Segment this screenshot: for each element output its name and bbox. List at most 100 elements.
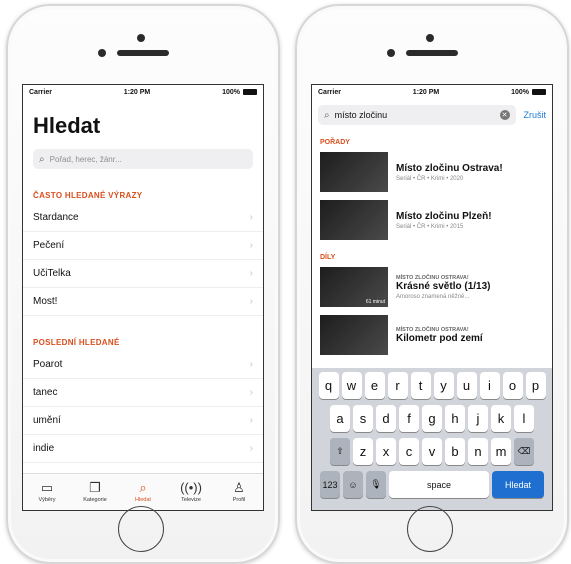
- key[interactable]: x: [376, 438, 396, 465]
- tab-televize[interactable]: ((•)) Televize: [167, 474, 215, 510]
- tab-kategorie[interactable]: ❐ Kategorie: [71, 474, 119, 510]
- key[interactable]: w: [341, 372, 362, 399]
- battery-icon: [243, 89, 257, 95]
- list-item-label: UčiTelka: [33, 268, 71, 279]
- cancel-button[interactable]: Zrušit: [524, 110, 547, 120]
- key[interactable]: n: [468, 438, 488, 465]
- person-icon: ♙: [233, 480, 245, 495]
- episode-title: Kilometr pod zemí: [396, 332, 483, 344]
- space-key[interactable]: space: [389, 471, 489, 498]
- chevron-right-icon: ›: [249, 240, 253, 251]
- key[interactable]: u: [456, 372, 477, 399]
- search-bar: ⌕ místo zločinu ✕ Zrušit: [318, 105, 546, 125]
- show-result[interactable]: Místo zločinu Plzeň! Seriál • ČR • Krimi …: [312, 200, 552, 240]
- search-icon: ⌕: [39, 153, 45, 165]
- search-input[interactable]: ⌕ Pořad, herec, žánr...: [33, 149, 253, 169]
- home-button[interactable]: [118, 506, 164, 552]
- key[interactable]: a: [330, 405, 350, 432]
- front-sensor: [98, 49, 106, 57]
- carrier-label: Carrier: [29, 88, 52, 96]
- tab-label: Televize: [181, 497, 201, 503]
- key[interactable]: p: [525, 372, 546, 399]
- search-submit-key[interactable]: Hledat: [492, 471, 544, 498]
- list-item[interactable]: umění ›: [23, 407, 263, 435]
- key[interactable]: h: [445, 405, 465, 432]
- list-item[interactable]: Stardance ›: [23, 204, 263, 232]
- chevron-right-icon: ›: [249, 415, 253, 426]
- frequent-header: ČASTO HLEDANÉ VÝRAZY: [33, 191, 143, 200]
- earpiece-speaker: [406, 50, 458, 56]
- chevron-right-icon: ›: [249, 296, 253, 307]
- chevron-right-icon: ›: [249, 359, 253, 370]
- list-item-label: Stardance: [33, 212, 79, 223]
- key[interactable]: m: [491, 438, 511, 465]
- earpiece-speaker: [117, 50, 169, 56]
- battery-icon: [532, 89, 546, 95]
- key[interactable]: k: [491, 405, 511, 432]
- keyboard-row-3: ⇧ z x c v b n m ⌫: [314, 438, 550, 465]
- show-meta: Seriál • ČR • Krimi • 2020: [396, 175, 464, 182]
- show-result[interactable]: Místo zločinu Ostrava! Seriál • ČR • Krim…: [312, 152, 552, 192]
- key[interactable]: r: [387, 372, 408, 399]
- list-item[interactable]: indie ›: [23, 435, 263, 463]
- key[interactable]: j: [468, 405, 488, 432]
- status-bar: Carrier 1:20 PM 100%: [23, 85, 263, 99]
- left-phone-frame: Carrier 1:20 PM 100% Hledat ⌕ Pořad, her…: [6, 4, 280, 564]
- key[interactable]: y: [433, 372, 454, 399]
- key[interactable]: b: [445, 438, 465, 465]
- key[interactable]: q: [318, 372, 339, 399]
- right-phone-frame: Carrier 1:20 PM 100% ⌕ místo zločinu ✕ Z…: [295, 4, 569, 564]
- key[interactable]: d: [376, 405, 396, 432]
- key[interactable]: v: [422, 438, 442, 465]
- microphone-key[interactable]: 🎙: [366, 471, 386, 498]
- emoji-key[interactable]: ☺: [343, 471, 363, 498]
- backspace-key[interactable]: ⌫: [514, 438, 534, 465]
- chevron-right-icon: ›: [249, 443, 253, 454]
- right-screen: Carrier 1:20 PM 100% ⌕ místo zločinu ✕ Z…: [311, 84, 553, 511]
- tab-vybery[interactable]: ▭ Výběry: [23, 474, 71, 510]
- key[interactable]: t: [410, 372, 431, 399]
- key[interactable]: e: [364, 372, 385, 399]
- chevron-right-icon: ›: [249, 268, 253, 279]
- episode-thumbnail: 61 minut: [320, 267, 388, 307]
- tab-bar: ▭ Výběry ❐ Kategorie ⌕ Hledat ((•)) Televize…: [23, 473, 263, 510]
- key[interactable]: z: [353, 438, 373, 465]
- search-icon: ⌕: [324, 109, 330, 121]
- key[interactable]: o: [502, 372, 523, 399]
- key[interactable]: c: [399, 438, 419, 465]
- tab-hledat[interactable]: ⌕ Hledat: [119, 474, 167, 510]
- search-input[interactable]: ⌕ místo zločinu ✕: [318, 105, 516, 125]
- home-button[interactable]: [407, 506, 453, 552]
- search-value: místo zločinu: [334, 110, 388, 120]
- episode-title: Krásné světlo (1/13): [396, 280, 491, 292]
- list-item[interactable]: Poarot ›: [23, 351, 263, 379]
- key[interactable]: f: [399, 405, 419, 432]
- shift-key[interactable]: ⇧: [330, 438, 350, 465]
- battery-label: 100%: [511, 88, 529, 96]
- left-screen: Carrier 1:20 PM 100% Hledat ⌕ Pořad, her…: [22, 84, 264, 511]
- show-thumbnail: [320, 200, 388, 240]
- list-item[interactable]: UčiTelka ›: [23, 260, 263, 288]
- episode-result[interactable]: MÍSTO ZLOČINU OSTRAVA! Kilometr pod zemí: [312, 315, 552, 355]
- list-item-label: indie: [33, 443, 55, 454]
- key[interactable]: l: [514, 405, 534, 432]
- show-title: Místo zločinu Ostrava!: [396, 162, 503, 174]
- clear-icon[interactable]: ✕: [499, 110, 510, 120]
- time-label: 1:20 PM: [123, 88, 151, 96]
- keyboard-row-2: a s d f g h j k l: [314, 405, 550, 432]
- duration-badge: 61 minut: [365, 299, 385, 305]
- list-item[interactable]: tanec ›: [23, 379, 263, 407]
- list-item[interactable]: Most! ›: [23, 288, 263, 316]
- key[interactable]: s: [353, 405, 373, 432]
- key[interactable]: i: [479, 372, 500, 399]
- list-item[interactable]: Pečení ›: [23, 232, 263, 260]
- list-item-label: Poarot: [33, 359, 63, 370]
- numbers-key[interactable]: 123: [320, 471, 340, 498]
- tab-profil[interactable]: ♙ Profil: [215, 474, 263, 510]
- cards-icon: ❐: [89, 480, 101, 495]
- list-item-label: umění: [33, 415, 61, 426]
- status-bar: Carrier 1:20 PM 100%: [312, 85, 552, 99]
- episode-result[interactable]: 61 minut MÍSTO ZLOČINU OSTRAVA! Krásné sv…: [312, 267, 552, 307]
- battery-label: 100%: [222, 88, 240, 96]
- key[interactable]: g: [422, 405, 442, 432]
